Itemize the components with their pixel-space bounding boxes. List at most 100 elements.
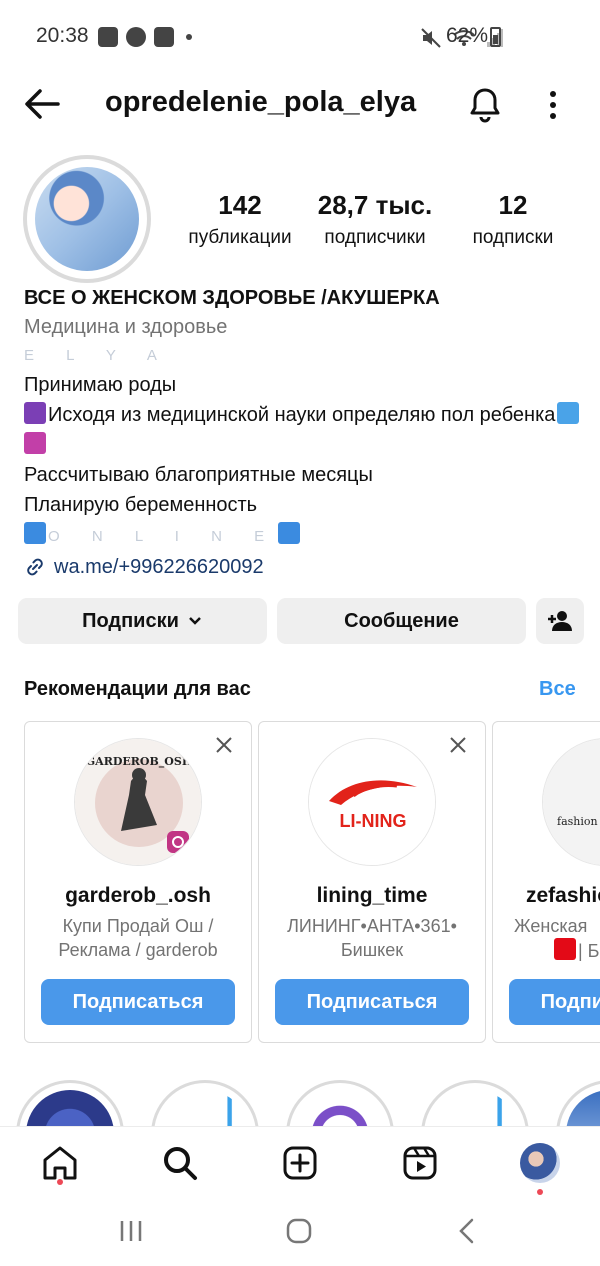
profile-actions: Подписки Сообщение xyxy=(18,598,584,644)
notifications-button[interactable] xyxy=(466,84,504,124)
card-description: ЛИНИНГ•АНТА•361• Бишкек xyxy=(269,914,475,962)
avatar-image xyxy=(35,167,139,271)
recommendation-card[interactable]: LI-NING lining_time ЛИНИНГ•АНТА•361• Биш… xyxy=(258,721,486,1043)
following-button-label: Подписки xyxy=(82,609,179,632)
bio-line: Планирую беременность xyxy=(24,494,258,516)
nav-home[interactable] xyxy=(40,1143,80,1185)
highlight-item[interactable] xyxy=(286,1080,394,1126)
status-time: 20:38 xyxy=(36,24,89,47)
highlight-item[interactable] xyxy=(421,1080,529,1126)
highlight-cover xyxy=(26,1090,114,1126)
phone-arrow-icon xyxy=(24,522,46,544)
chevron-down-icon xyxy=(189,617,201,625)
dismiss-button[interactable] xyxy=(215,736,233,754)
nav-profile[interactable] xyxy=(520,1143,560,1195)
battery-icon xyxy=(490,27,501,47)
stat-posts-label: публикации xyxy=(188,227,292,248)
status-bar: 20:38 62% xyxy=(0,0,600,76)
message-button[interactable]: Сообщение xyxy=(277,598,526,644)
bio-line: Исходя из медицинской науки определяю по… xyxy=(24,400,584,460)
home-icon xyxy=(43,1146,77,1180)
profile-bio: ВСЕ О ЖЕНСКОМ ЗДОРОВЬЕ /АКУШЕРКА Медицин… xyxy=(24,284,584,582)
bio-line-text: Исходя из медицинской науки определяю по… xyxy=(48,404,556,426)
card-description-line: | Б xyxy=(578,941,600,961)
card-description-line: Бишкек xyxy=(340,940,404,960)
card-username: zefashio xyxy=(526,884,600,907)
card-description-line: Купи Продай Ош / xyxy=(62,916,214,936)
highlight-cover xyxy=(296,1090,384,1126)
card-description: Купи Продай Ош / Реклама / garderob xyxy=(35,914,241,962)
down-arrow-icon xyxy=(278,522,301,544)
more-options-button[interactable] xyxy=(540,86,566,124)
medical-emoji-icon xyxy=(24,402,46,424)
add-person-icon xyxy=(548,611,572,631)
bottom-navigation xyxy=(0,1126,600,1200)
card-description-line: Реклама / garderob xyxy=(58,940,218,960)
stat-followers[interactable]: 28,7 тыс. подписчики xyxy=(310,190,440,249)
profile-header: opredelenie_pola_elya xyxy=(0,76,600,132)
card-avatar[interactable]: GARDEROB_OSH xyxy=(74,738,202,866)
profile-category: Медицина и здоровье xyxy=(24,316,228,338)
stat-followers-value: 28,7 тыс. xyxy=(317,190,433,220)
card-username: garderob_.osh xyxy=(65,884,211,907)
search-icon xyxy=(164,1147,197,1180)
reels-icon xyxy=(403,1146,437,1180)
following-button[interactable]: Подписки xyxy=(18,598,267,644)
lining-logo-text: LI-NING xyxy=(340,811,407,831)
stat-following-value: 12 xyxy=(498,190,528,220)
profile-notification-dot xyxy=(537,1189,543,1195)
profile-full-name: ВСЕ О ЖЕНСКОМ ЗДОРОВЬЕ /АКУШЕРКА xyxy=(24,287,440,309)
link-icon xyxy=(27,558,43,576)
mute-icon xyxy=(421,28,441,48)
see-all-link[interactable]: Все xyxy=(539,678,576,701)
profile-link[interactable]: wa.me/+996226620092 xyxy=(24,552,584,582)
story-highlights xyxy=(0,1080,600,1126)
card-avatar[interactable]: Z fashion xyxy=(542,738,600,866)
recommendation-card[interactable]: Z fashion zefashio Женская | Б Подписать… xyxy=(492,721,600,1043)
card-description: Женская | Б xyxy=(514,914,600,963)
highlight-cover xyxy=(431,1090,519,1126)
nav-search[interactable] xyxy=(160,1143,200,1183)
female-sign-icon xyxy=(24,432,46,454)
dismiss-button[interactable] xyxy=(449,736,467,754)
highlight-item[interactable] xyxy=(556,1080,600,1126)
add-post-icon xyxy=(283,1146,317,1180)
male-sign-icon xyxy=(557,402,580,424)
highlight-item[interactable] xyxy=(151,1080,259,1126)
nav-reels[interactable] xyxy=(400,1143,440,1183)
stat-following[interactable]: 12 подписки xyxy=(458,190,568,249)
profile-username: opredelenie_pola_elya xyxy=(105,86,417,118)
card-username: lining_time xyxy=(316,884,428,907)
stat-posts[interactable]: 142 публикации xyxy=(170,190,310,249)
follow-button[interactable]: Подписаться xyxy=(509,979,600,1025)
home-button-icon[interactable] xyxy=(285,1217,313,1245)
stat-followers-label: подписчики xyxy=(324,227,426,248)
bio-online-line: O N L I N E xyxy=(24,520,584,552)
app-notification-icon xyxy=(126,27,146,47)
recommendations-title: Рекомендации для вас xyxy=(24,678,251,700)
back-button[interactable] xyxy=(22,86,62,122)
zefashion-logo-icon: Z fashion xyxy=(543,739,600,865)
home-notification-dot xyxy=(57,1179,63,1185)
follow-button[interactable]: Подписаться xyxy=(275,979,469,1025)
follow-button[interactable]: Подписаться xyxy=(41,979,235,1025)
stat-following-label: подписки xyxy=(472,227,554,248)
recent-apps-icon[interactable] xyxy=(118,1218,144,1244)
card-avatar[interactable]: LI-NING xyxy=(308,738,436,866)
highlight-item[interactable] xyxy=(16,1080,124,1126)
garderob-logo-icon: GARDEROB_OSH xyxy=(75,739,201,865)
profile-avatar[interactable] xyxy=(23,155,151,283)
battery-percent: 62% xyxy=(446,24,489,47)
highlight-cover xyxy=(566,1090,600,1126)
back-nav-icon[interactable] xyxy=(455,1217,479,1245)
bio-line: Рассчитываю благоприятные месяцы xyxy=(24,464,373,486)
recommendation-card[interactable]: GARDEROB_OSH garderob_.osh Купи Продай О… xyxy=(24,721,252,1043)
arrow-left-icon xyxy=(25,89,60,119)
suggest-people-button[interactable] xyxy=(536,598,584,644)
profile-link-text[interactable]: wa.me/+996226620092 xyxy=(54,552,264,582)
bell-icon xyxy=(470,88,500,123)
close-icon xyxy=(216,737,232,753)
nav-create[interactable] xyxy=(280,1143,320,1183)
profile-stats: 142 публикации 28,7 тыс. подписчики 12 п… xyxy=(170,190,570,260)
garderob-logo-text: GARDEROB_OSH xyxy=(86,755,192,769)
